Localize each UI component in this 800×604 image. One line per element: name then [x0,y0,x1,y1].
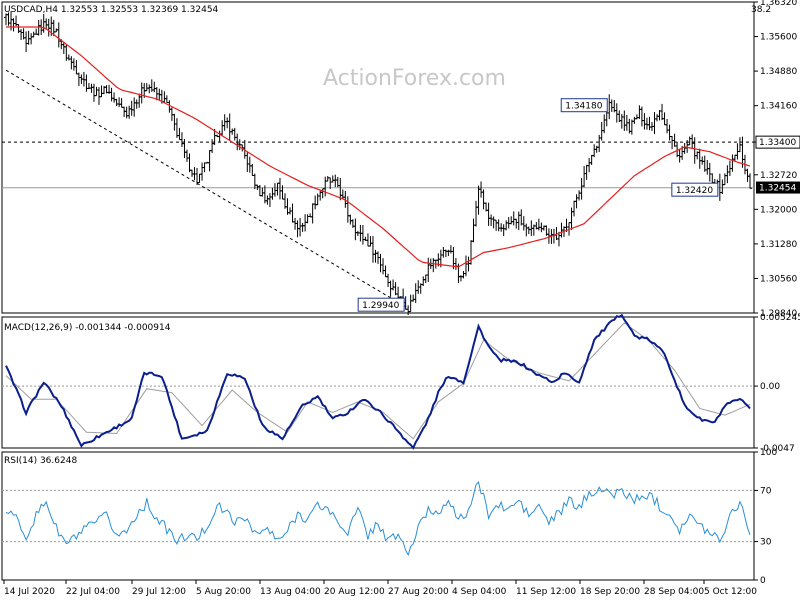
x-tick-label: 13 Aug 04:00 [260,587,321,597]
price-tick-label: 1.35600 [760,33,797,43]
annotation-label: 1.34180 [565,102,602,112]
rsi-tick-label: 70 [760,486,772,496]
price-tick-label: 1.30560 [760,274,797,284]
x-tick-label: 29 Jul 12:00 [132,587,186,597]
level-price-label: 1.33400 [759,138,796,148]
annotation-label: 1.32420 [676,186,713,196]
rsi-tick-label: 0 [760,576,766,586]
x-tick-label: 20 Aug 12:00 [324,587,385,597]
x-tick-label: 27 Aug 20:00 [388,587,449,597]
rsi-tick-label: 30 [760,538,772,548]
annotation-label: 1.29940 [362,301,399,311]
chart-svg: ActionForex.com 1.363201.356001.348801.3… [0,0,800,600]
watermark: ActionForex.com [323,66,506,91]
x-tick-label: 5 Oct 12:00 [704,587,757,597]
x-tick-label: 14 Jul 2020 [4,587,55,597]
x-tick-label: 22 Jul 04:00 [66,587,120,597]
macd-tick-label: 0.005245 [760,313,800,323]
price-tick-label: 1.32720 [760,171,797,181]
x-tick-label: 18 Sep 20:00 [580,587,640,597]
usdcad-chart: ActionForex.com 1.36320 1.35600 1.34880 1.3… [0,0,800,600]
rsi-pane-title: RSI(14) 36.6248 [4,456,77,466]
price-tick-label: 1.34160 [760,102,797,112]
current-price-label: 1.32454 [759,184,796,194]
price-pane-title: USDCAD,H4 1.32553 1.32553 1.32369 1.3245… [4,5,219,15]
price-tick-label: 1.31280 [760,240,797,250]
price-tick-label: 1.34880 [760,67,797,77]
x-tick-label: 5 Aug 20:00 [196,587,251,597]
macd-tick-label: 0.00 [760,382,780,392]
x-tick-label: 4 Sep 04:00 [452,587,507,597]
rsi-tick-label: 100 [760,448,777,458]
x-tick-label: 28 Sep 04:00 [644,587,704,597]
corner-value: 38.2 [751,5,771,15]
x-tick-label: 11 Sep 12:00 [516,587,576,597]
price-tick-label: 1.32000 [760,205,797,215]
macd-pane-title: MACD(12,26,9) -0.001344 -0.000914 [4,323,171,333]
